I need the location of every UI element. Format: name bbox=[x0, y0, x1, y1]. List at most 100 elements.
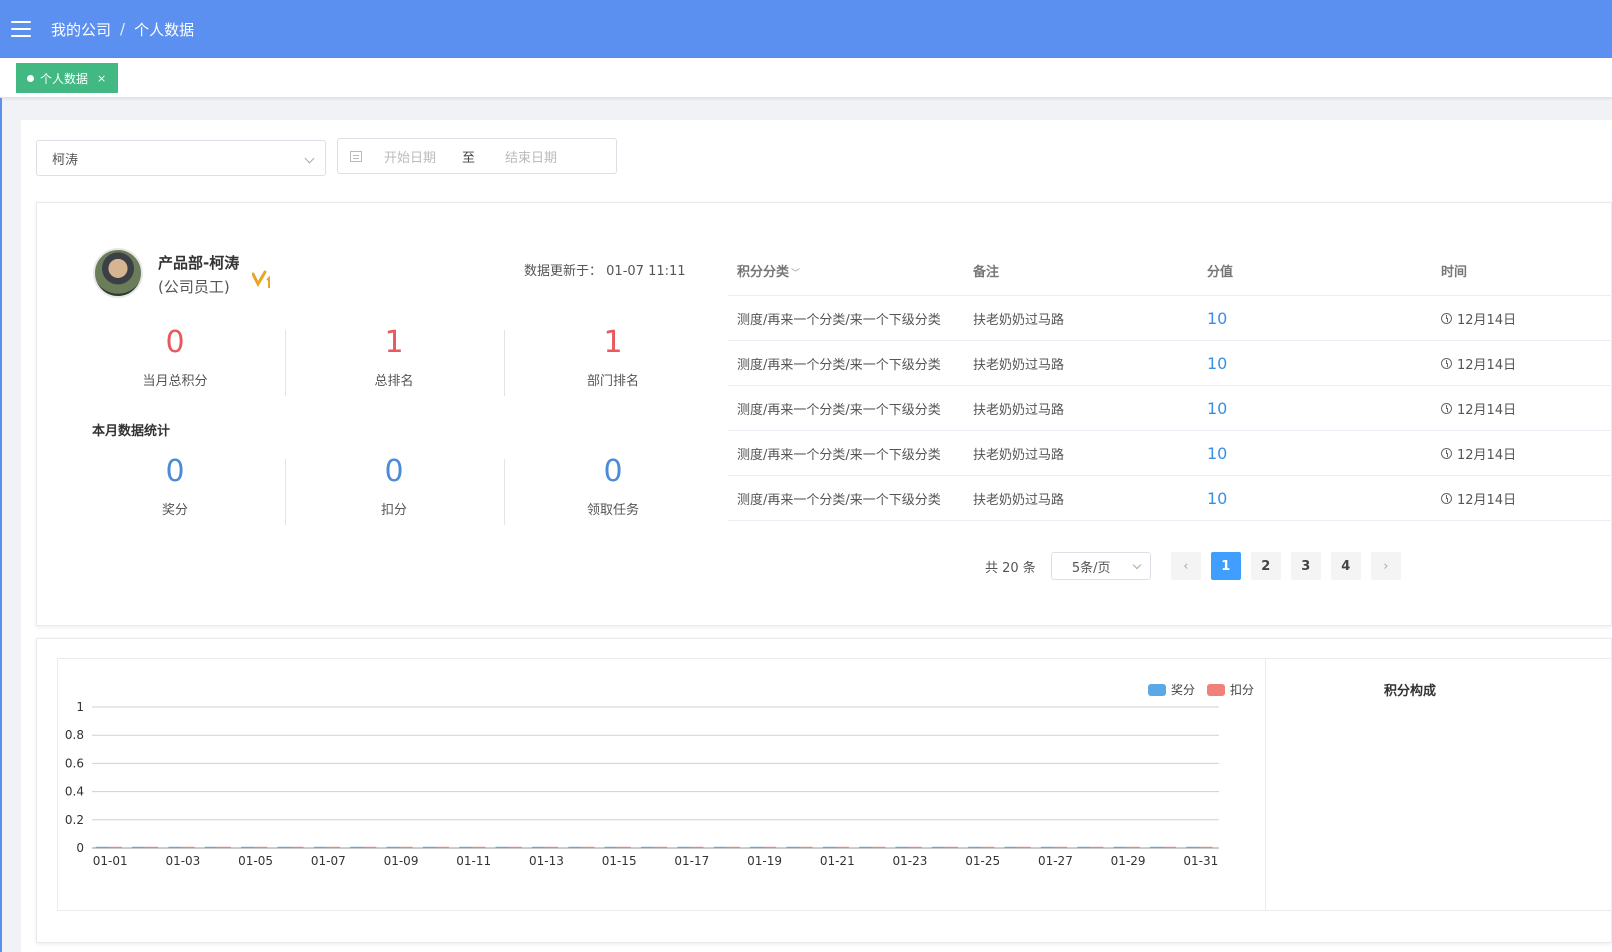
bar-deduct[interactable] bbox=[617, 846, 631, 848]
bar-bonus[interactable] bbox=[204, 846, 218, 848]
tabs-bar: 个人数据 × bbox=[0, 58, 1612, 98]
bar-bonus[interactable] bbox=[786, 846, 800, 848]
bar-bonus[interactable] bbox=[1149, 846, 1164, 848]
bar-bonus[interactable] bbox=[822, 846, 836, 848]
breadcrumb-item-company[interactable]: 我的公司 bbox=[51, 19, 111, 40]
bar-deduct[interactable] bbox=[872, 846, 886, 848]
cell-note: 扶老奶奶过马路 bbox=[973, 357, 1065, 373]
bar-bonus[interactable] bbox=[677, 846, 691, 848]
bar-bonus[interactable] bbox=[713, 846, 727, 848]
bar-deduct[interactable] bbox=[835, 846, 849, 848]
bar-bonus[interactable] bbox=[604, 846, 618, 848]
bar-deduct[interactable] bbox=[981, 846, 995, 848]
start-date-input[interactable]: 开始日期 bbox=[384, 147, 436, 166]
bar-deduct[interactable] bbox=[581, 846, 595, 848]
bar-deduct[interactable] bbox=[1126, 846, 1140, 848]
page-button-4[interactable]: 4 bbox=[1330, 552, 1361, 580]
column-label: 积分分类 bbox=[737, 265, 790, 280]
stat-label: 奖分 bbox=[161, 503, 188, 518]
bar-bonus[interactable] bbox=[422, 846, 436, 848]
table-row[interactable]: 测度/再来一个分类/来一个下级分类 扶老奶奶过马路 10 12月14日 bbox=[728, 341, 1612, 386]
bar-deduct[interactable] bbox=[908, 846, 922, 848]
bar-bonus[interactable] bbox=[1040, 846, 1054, 848]
date-range-picker[interactable]: 开始日期 至 结束日期 bbox=[337, 138, 617, 174]
table-row[interactable]: 测度/再来一个分类/来一个下级分类 扶老奶奶过马路 10 12月14日 bbox=[728, 386, 1612, 431]
page-button-3[interactable]: 3 bbox=[1290, 552, 1321, 580]
bar-deduct[interactable] bbox=[1163, 846, 1177, 848]
bar-bonus[interactable] bbox=[859, 846, 873, 848]
user-name: 产品部-柯涛 bbox=[158, 254, 240, 272]
score-value: 10 bbox=[1207, 353, 1228, 373]
bar-bonus[interactable] bbox=[968, 846, 982, 848]
employee-select[interactable]: 柯涛 bbox=[36, 140, 326, 176]
cell-category: 测度/再来一个分类/来一个下级分类 bbox=[737, 447, 941, 463]
bar-deduct[interactable] bbox=[290, 846, 304, 848]
menu-toggle-icon[interactable] bbox=[11, 21, 31, 37]
stat-value: 0 bbox=[603, 454, 623, 489]
chevron-down-icon bbox=[1132, 560, 1142, 570]
table-row[interactable]: 测度/再来一个分类/来一个下级分类 扶老奶奶过马路 10 12月14日 bbox=[728, 431, 1612, 476]
bar-deduct[interactable] bbox=[544, 846, 559, 848]
next-page-button[interactable]: › bbox=[1370, 552, 1401, 580]
bar-bonus[interactable] bbox=[95, 846, 109, 848]
bar-bonus[interactable] bbox=[495, 846, 509, 848]
bar-deduct[interactable] bbox=[435, 846, 450, 848]
bar-deduct[interactable] bbox=[145, 846, 159, 848]
table-row[interactable]: 测度/再来一个分类/来一个下级分类 扶老奶奶过马路 10 12月14日 bbox=[728, 296, 1612, 341]
bar-bonus[interactable] bbox=[1186, 846, 1200, 848]
legend-item-bonus[interactable]: 奖分 bbox=[1148, 681, 1195, 698]
bar-bonus[interactable] bbox=[131, 846, 146, 848]
bar-bonus[interactable] bbox=[1077, 846, 1091, 848]
bar-deduct[interactable] bbox=[399, 846, 413, 848]
page-size-select[interactable]: 5条/页 bbox=[1050, 552, 1151, 580]
bar-bonus[interactable] bbox=[1113, 846, 1127, 848]
bar-deduct[interactable] bbox=[944, 846, 958, 848]
end-date-input[interactable]: 结束日期 bbox=[505, 147, 557, 166]
bar-deduct[interactable] bbox=[1053, 846, 1068, 848]
bar-bonus[interactable] bbox=[277, 846, 291, 848]
bar-bonus[interactable] bbox=[640, 846, 655, 848]
bar-deduct[interactable] bbox=[1090, 846, 1104, 848]
bar-deduct[interactable] bbox=[508, 846, 522, 848]
bar-bonus[interactable] bbox=[531, 846, 545, 848]
bar-bonus[interactable] bbox=[168, 846, 182, 848]
bar-bonus[interactable] bbox=[241, 846, 255, 848]
bar-deduct[interactable] bbox=[181, 846, 195, 848]
bar-deduct[interactable] bbox=[108, 846, 122, 848]
prev-page-button[interactable]: ‹ bbox=[1170, 552, 1201, 580]
bar-bonus[interactable] bbox=[313, 846, 327, 848]
tab-personal-data[interactable]: 个人数据 × bbox=[16, 63, 119, 93]
cell-time: 12月14日 bbox=[1432, 444, 1612, 463]
bar-bonus[interactable] bbox=[568, 846, 582, 848]
bar-deduct[interactable] bbox=[1017, 846, 1031, 848]
bar-bonus[interactable] bbox=[1004, 846, 1018, 848]
bar-deduct[interactable] bbox=[363, 846, 377, 848]
column-header-category[interactable]: 积分分类 ﹀ bbox=[728, 261, 964, 280]
bar-deduct[interactable] bbox=[1199, 846, 1213, 848]
page-button-2[interactable]: 2 bbox=[1250, 552, 1281, 580]
bar-bonus[interactable] bbox=[459, 846, 473, 848]
bar-bonus[interactable] bbox=[350, 846, 364, 848]
legend-item-deduct[interactable]: 扣分 bbox=[1207, 681, 1254, 698]
bar-bonus[interactable] bbox=[750, 846, 764, 848]
tab-close-icon[interactable]: × bbox=[97, 72, 106, 85]
bar-bonus[interactable] bbox=[386, 846, 400, 848]
x-tick-label: 01-19 bbox=[747, 854, 782, 868]
y-tick-label: 1 bbox=[76, 700, 84, 714]
sort-chevron-icon[interactable]: ﹀ bbox=[791, 269, 800, 279]
bar-deduct[interactable] bbox=[326, 846, 340, 848]
bar-deduct[interactable] bbox=[254, 846, 268, 848]
bar-deduct[interactable] bbox=[690, 846, 704, 848]
page-button-1[interactable]: 1 bbox=[1210, 552, 1241, 580]
bar-deduct[interactable] bbox=[799, 846, 813, 848]
bar-deduct[interactable] bbox=[217, 846, 231, 848]
bar-deduct[interactable] bbox=[654, 846, 668, 848]
avatar bbox=[93, 248, 143, 298]
bar-deduct[interactable] bbox=[763, 846, 777, 848]
bar-bonus[interactable] bbox=[931, 846, 945, 848]
x-tick-label: 01-21 bbox=[820, 854, 855, 868]
bar-bonus[interactable] bbox=[895, 846, 909, 848]
bar-deduct[interactable] bbox=[726, 846, 740, 848]
bar-deduct[interactable] bbox=[472, 846, 486, 848]
table-row[interactable]: 测度/再来一个分类/来一个下级分类 扶老奶奶过马路 10 12月14日 bbox=[728, 476, 1612, 521]
